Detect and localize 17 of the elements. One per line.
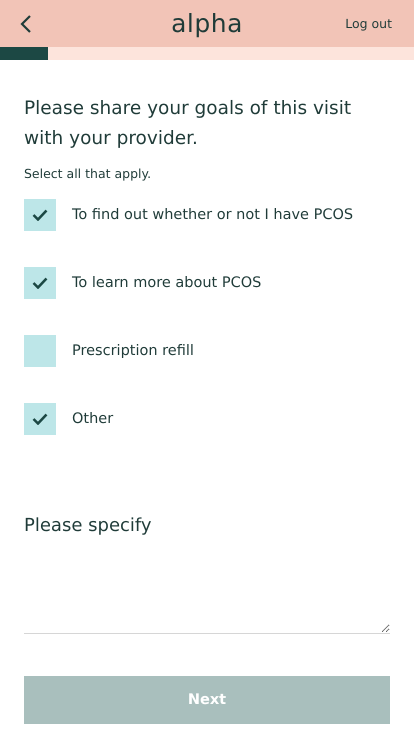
option-label: To learn more about PCOS — [72, 275, 262, 291]
option-label: Prescription refill — [72, 343, 194, 359]
specify-label: Please specify — [24, 515, 153, 536]
check-icon — [32, 277, 48, 289]
logo: alpha — [171, 9, 243, 38]
logout-link[interactable]: Log out — [345, 16, 392, 31]
back-icon — [20, 14, 32, 34]
option-label: Other — [72, 411, 114, 427]
option-label: To find out whether or not I have PCOS — [72, 207, 354, 223]
checkbox[interactable] — [24, 267, 56, 299]
question-title: Please share your goals of this visit with your provider. — [24, 97, 352, 151]
checkbox[interactable] — [24, 403, 56, 435]
hint-text: Select all that apply. — [24, 166, 152, 181]
check-icon — [32, 209, 48, 221]
checkbox[interactable] — [24, 335, 56, 367]
checkbox[interactable] — [24, 199, 56, 231]
check-icon — [32, 413, 48, 425]
